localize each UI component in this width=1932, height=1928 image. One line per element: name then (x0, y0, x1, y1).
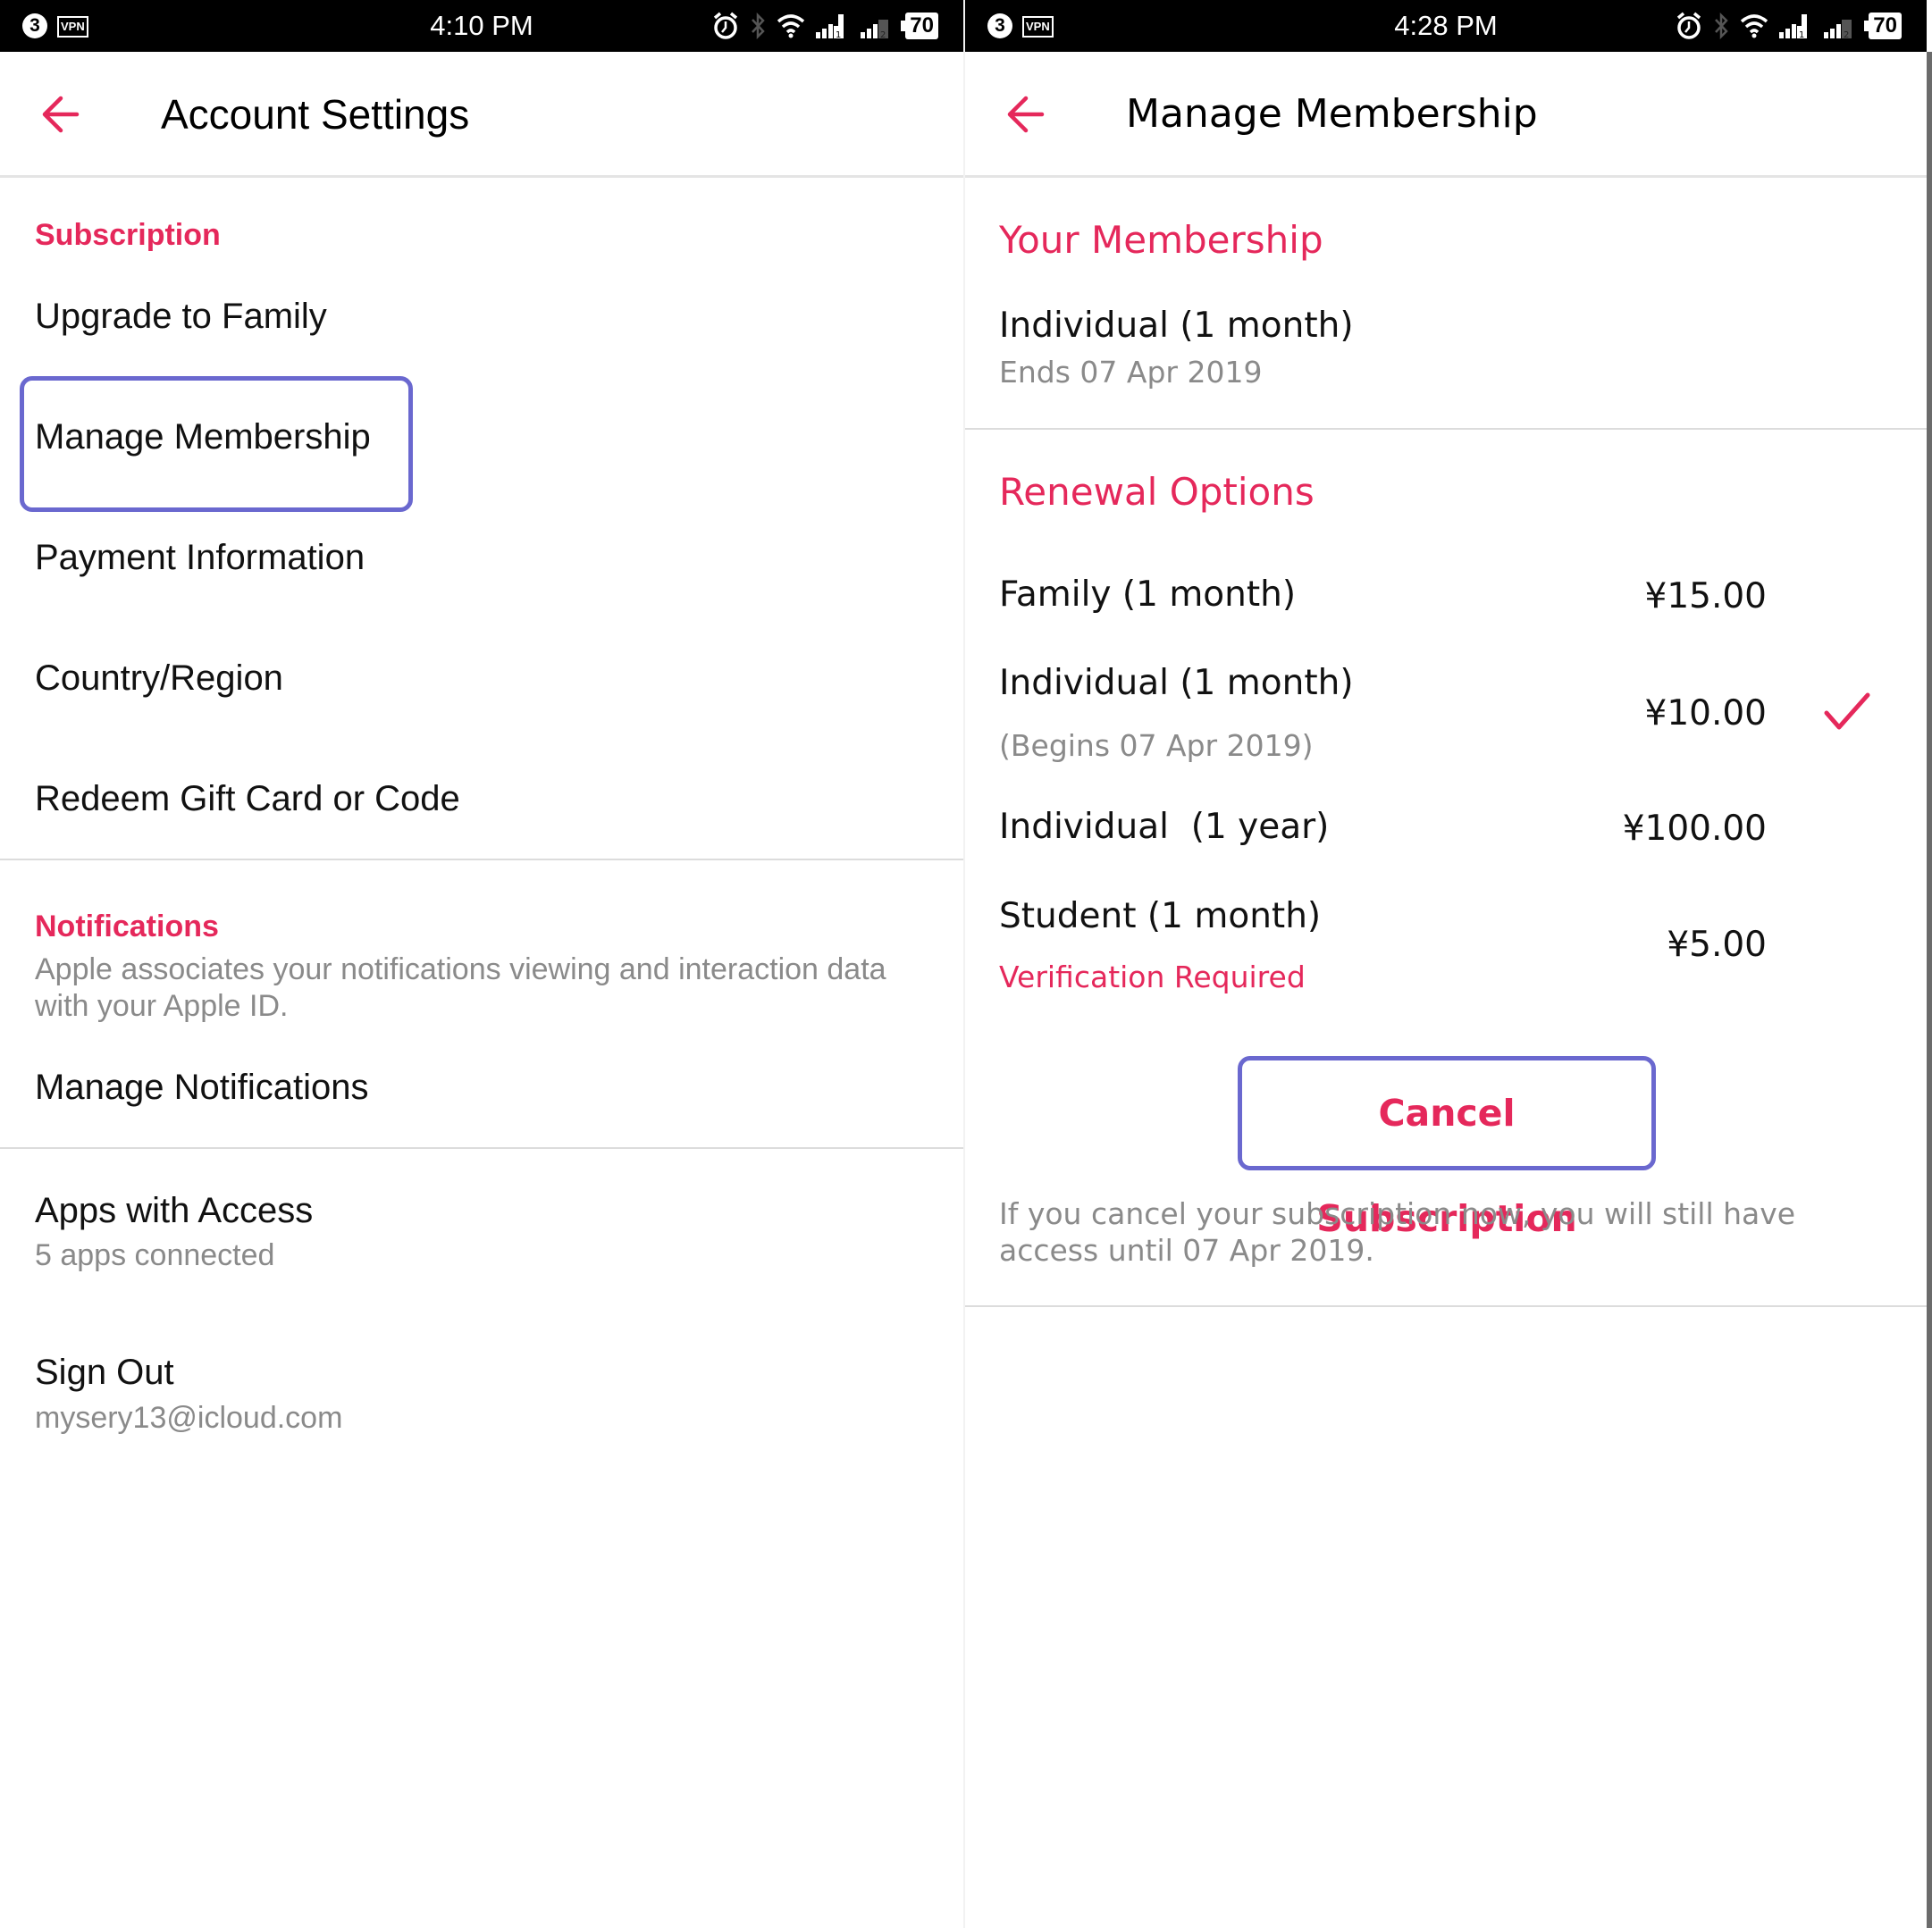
subscription-heading: Subscription (35, 218, 221, 252)
notifications-description-line2: with your Apple ID. (35, 989, 289, 1023)
account-email: mysery13@icloud.com (35, 1401, 343, 1435)
renewal-options-heading: Renewal Options (999, 470, 1315, 514)
apps-with-access-item[interactable]: Apps with Access (35, 1191, 313, 1231)
notifications-heading: Notifications (35, 910, 219, 943)
renewal-option-individual-monthly[interactable]: Individual (1 month) (999, 663, 1354, 703)
section-divider (965, 428, 1927, 430)
payment-information-item[interactable]: Payment Information (35, 538, 365, 578)
back-button[interactable] (1001, 88, 1054, 141)
section-divider (965, 1305, 1927, 1307)
section-divider (0, 1147, 963, 1149)
battery-icon: 70 (1864, 13, 1902, 39)
current-plan: Individual (1 month) (999, 306, 1354, 346)
wifi-icon (777, 14, 805, 38)
arrow-left-icon (1007, 96, 1045, 133)
manage-membership-item[interactable]: Manage Membership (35, 417, 371, 457)
renewal-option-family-monthly[interactable]: Family (1 month) (999, 574, 1296, 615)
manage-membership-screen: 3 VPN 4:28 PM 1 2 70 Manage Membership Y… (965, 0, 1927, 1928)
bluetooth-icon (752, 13, 766, 39)
signal-sim1-icon: 1 (816, 14, 844, 39)
app-bar: Account Settings (0, 52, 963, 178)
membership-end-date: Ends 07 Apr 2019 (999, 355, 1263, 390)
upgrade-to-family-item[interactable]: Upgrade to Family (35, 297, 327, 337)
arrow-left-icon (42, 96, 80, 133)
signal-sim2-icon: 2 (1824, 20, 1852, 39)
renewal-option-price: ¥10.00 (1644, 693, 1767, 733)
sim1-label: 1 (1799, 30, 1804, 39)
cancel-subscription-button[interactable]: Cancel Subscription (1238, 1056, 1656, 1240)
manage-notifications-item[interactable]: Manage Notifications (35, 1068, 369, 1108)
signal-sim2-icon: 2 (861, 20, 889, 39)
checkmark-icon (1824, 692, 1870, 730)
signal-sim1-icon: 1 (1779, 14, 1808, 39)
apps-connected-count: 5 apps connected (35, 1238, 275, 1272)
wifi-icon (1741, 14, 1768, 38)
sim1-label: 1 (836, 30, 841, 39)
country-region-item[interactable]: Country/Region (35, 658, 283, 699)
sign-out-item[interactable]: Sign Out (35, 1353, 174, 1393)
renewal-option-price: ¥5.00 (1667, 925, 1767, 965)
account-settings-screen: 3 VPN 4:10 PM 1 2 70 Account Settings Su… (0, 0, 963, 1928)
alarm-icon (714, 12, 738, 39)
battery-icon: 70 (901, 13, 938, 39)
renewal-option-student-monthly[interactable]: Student (1 month) (999, 896, 1321, 936)
page-title: Manage Membership (1126, 91, 1538, 137)
alarm-icon (1677, 12, 1701, 39)
redeem-gift-card-item[interactable]: Redeem Gift Card or Code (35, 779, 460, 819)
sim2-label: 2 (880, 30, 886, 39)
your-membership-heading: Your Membership (999, 218, 1323, 262)
status-icons: 1 2 70 (1676, 11, 1902, 41)
bluetooth-icon (1715, 13, 1729, 39)
verification-required-label: Verification Required (999, 960, 1306, 994)
status-bar: 3 VPN 4:10 PM 1 2 70 (0, 0, 963, 52)
app-bar: Manage Membership (965, 52, 1927, 178)
renewal-option-price: ¥100.00 (1622, 809, 1767, 849)
renewal-option-price: ¥15.00 (1644, 576, 1767, 616)
status-icons: 1 2 70 (712, 11, 938, 41)
cancel-subscription-note: If you cancel your subscription now, you… (999, 1196, 1796, 1268)
renewal-option-note: (Begins 07 Apr 2019) (999, 728, 1314, 763)
back-button[interactable] (36, 88, 89, 141)
section-divider (0, 859, 963, 860)
sim2-label: 2 (1844, 30, 1849, 39)
notifications-description-line1: Apple associates your notifications view… (35, 952, 886, 986)
renewal-option-individual-yearly[interactable]: Individual (1 year) (999, 807, 1329, 847)
page-title: Account Settings (161, 91, 470, 138)
scrollbar-edge (1927, 52, 1932, 1928)
status-bar: 3 VPN 4:28 PM 1 2 70 (965, 0, 1927, 52)
